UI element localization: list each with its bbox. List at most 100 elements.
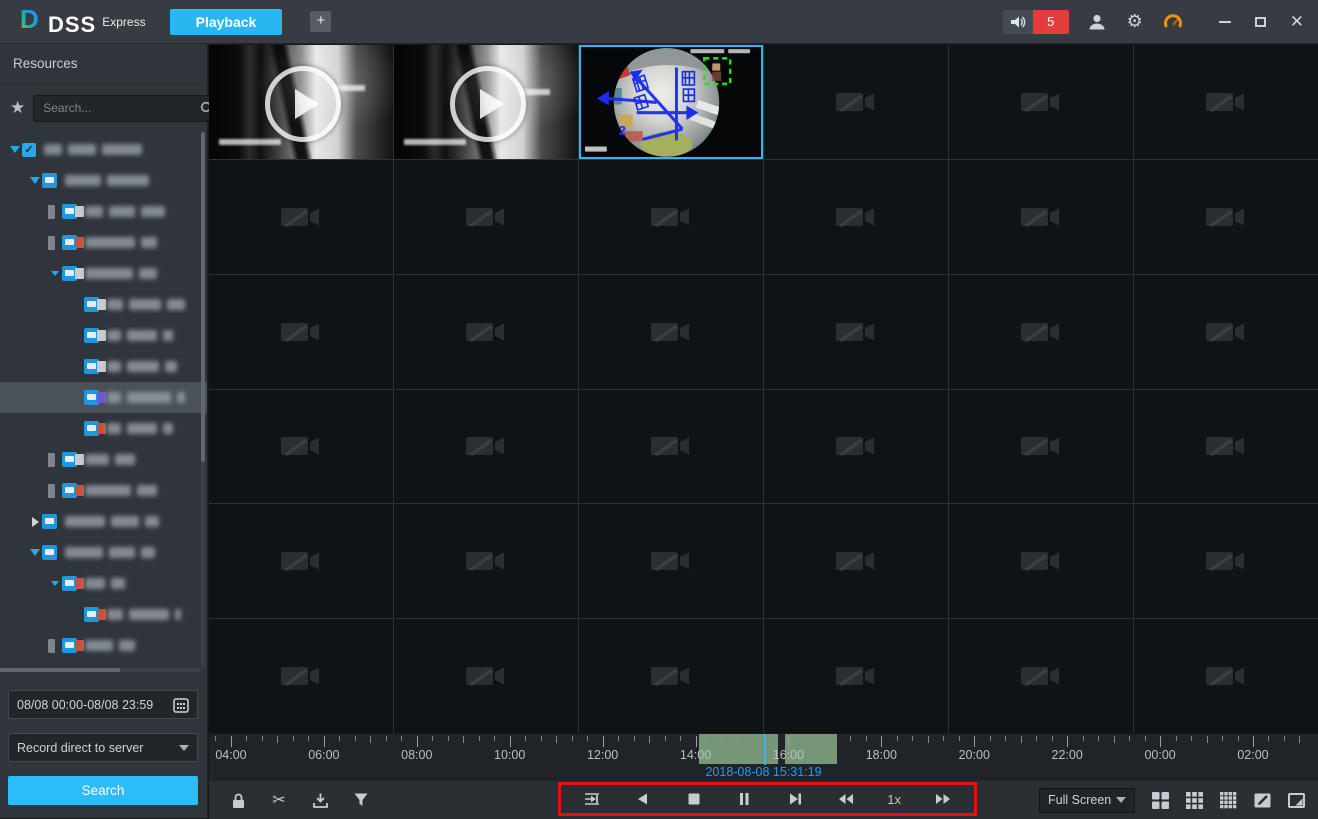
video-tile-empty[interactable] xyxy=(394,619,578,733)
fullscreen-toggle-icon[interactable] xyxy=(1287,791,1305,809)
rewind-button[interactable] xyxy=(837,790,855,808)
video-tile-empty[interactable] xyxy=(764,45,948,159)
video-tile-empty[interactable] xyxy=(394,504,578,618)
maximize-button[interactable] xyxy=(1255,17,1266,27)
fast-forward-button[interactable] xyxy=(934,790,952,808)
expander-icon[interactable] xyxy=(8,146,22,153)
alarm-center-button[interactable]: 5 xyxy=(1003,10,1069,34)
video-tile-empty[interactable] xyxy=(579,504,763,618)
tree-row[interactable] xyxy=(0,196,207,227)
video-tile-empty[interactable] xyxy=(394,390,578,504)
play-button-overlay[interactable] xyxy=(450,66,526,142)
video-tile-empty[interactable] xyxy=(394,160,578,274)
tree-row[interactable] xyxy=(0,258,207,289)
video-tile-empty[interactable] xyxy=(764,619,948,733)
tree-row[interactable] xyxy=(0,289,207,320)
search-input[interactable] xyxy=(41,100,200,116)
clip-scissors-icon[interactable]: ✂ xyxy=(270,791,288,809)
video-tile-empty[interactable] xyxy=(209,619,393,733)
next-frame-button[interactable] xyxy=(786,790,804,808)
tree-row[interactable] xyxy=(0,630,207,661)
tree-row[interactable] xyxy=(0,382,207,413)
video-tile-empty[interactable] xyxy=(764,275,948,389)
video-tile-playing-1[interactable] xyxy=(209,45,393,159)
video-tile-empty[interactable] xyxy=(949,45,1133,159)
gear-icon[interactable]: ⚙ xyxy=(1125,12,1145,32)
record-type-select[interactable]: Record direct to server xyxy=(8,733,198,762)
search-button[interactable]: Search xyxy=(8,776,198,805)
calendar-icon[interactable] xyxy=(173,697,189,713)
download-icon[interactable] xyxy=(311,791,329,809)
add-tab-button[interactable]: + xyxy=(310,11,331,32)
tree-row[interactable] xyxy=(0,537,207,568)
video-tile-empty[interactable] xyxy=(579,160,763,274)
playhead-marker[interactable] xyxy=(764,734,766,765)
minimize-button[interactable] xyxy=(1219,21,1231,23)
video-tile-playing-2[interactable] xyxy=(394,45,578,159)
tree-row[interactable]: ✓ xyxy=(0,134,207,165)
expander-icon[interactable] xyxy=(28,177,42,184)
split-16-icon[interactable] xyxy=(1219,791,1237,809)
video-tile-empty[interactable] xyxy=(209,390,393,504)
video-tile-empty[interactable] xyxy=(764,160,948,274)
filter-icon[interactable] xyxy=(352,791,370,809)
tree-row[interactable] xyxy=(0,506,207,537)
video-tile-empty[interactable] xyxy=(764,390,948,504)
close-button[interactable]: ✕ xyxy=(1290,13,1304,30)
tree-horizontal-scrollbar[interactable] xyxy=(0,668,200,672)
tree-vertical-scrollbar[interactable] xyxy=(201,132,205,668)
video-tile-empty[interactable] xyxy=(1134,619,1318,733)
reverse-play-button[interactable] xyxy=(634,790,652,808)
tree-row[interactable] xyxy=(0,351,207,382)
playback-timeline[interactable]: 04:0006:0008:0010:0012:0014:0016:0018:00… xyxy=(209,734,1318,781)
video-tile-empty[interactable] xyxy=(949,160,1133,274)
split-9-icon[interactable] xyxy=(1185,791,1203,809)
search-box[interactable] xyxy=(33,95,222,122)
tree-row[interactable] xyxy=(0,568,207,599)
video-tile-empty[interactable] xyxy=(949,390,1133,504)
play-button-overlay[interactable] xyxy=(265,66,341,142)
video-tile-empty[interactable] xyxy=(1134,275,1318,389)
custom-split-icon[interactable] xyxy=(1253,791,1271,809)
favorites-star-icon[interactable]: ★ xyxy=(10,98,25,118)
video-tile-empty[interactable] xyxy=(579,390,763,504)
video-tile-empty[interactable] xyxy=(949,275,1133,389)
video-tile-empty[interactable] xyxy=(949,619,1133,733)
video-tile-empty[interactable] xyxy=(1134,45,1318,159)
tree-row[interactable] xyxy=(0,227,207,258)
tab-playback[interactable]: Playback xyxy=(170,9,283,35)
tree-row[interactable] xyxy=(0,444,207,475)
video-tile-empty[interactable] xyxy=(209,160,393,274)
sync-playback-icon[interactable] xyxy=(583,790,601,808)
tree-row[interactable] xyxy=(0,165,207,196)
video-tile-empty[interactable] xyxy=(1134,160,1318,274)
pause-button[interactable] xyxy=(735,790,753,808)
video-tile-empty[interactable] xyxy=(394,275,578,389)
video-tile-empty[interactable] xyxy=(1134,390,1318,504)
video-tile-empty[interactable] xyxy=(209,275,393,389)
playback-speed-label[interactable]: 1x xyxy=(887,792,901,807)
expander-icon[interactable] xyxy=(48,271,62,276)
expander-icon[interactable] xyxy=(48,581,62,586)
expander-icon[interactable] xyxy=(28,517,42,527)
user-icon[interactable] xyxy=(1087,12,1107,32)
gauge-icon[interactable] xyxy=(1163,12,1183,32)
tree-row[interactable] xyxy=(0,475,207,506)
video-tile-selected-fisheye[interactable]: 2 xyxy=(579,45,763,159)
date-range-field[interactable]: 08/08 00:00-08/08 23:59 xyxy=(8,690,198,719)
video-tile-empty[interactable] xyxy=(764,504,948,618)
tree-row[interactable] xyxy=(0,599,207,630)
checkbox-checked[interactable]: ✓ xyxy=(22,143,36,157)
tree-row[interactable] xyxy=(0,320,207,351)
video-tile-empty[interactable] xyxy=(209,504,393,618)
video-tile-empty[interactable] xyxy=(579,619,763,733)
expander-icon[interactable] xyxy=(28,549,42,556)
video-tile-empty[interactable] xyxy=(1134,504,1318,618)
stop-button[interactable] xyxy=(685,790,703,808)
video-tile-empty[interactable] xyxy=(949,504,1133,618)
fullscreen-select[interactable]: Full Screen xyxy=(1039,788,1135,813)
video-tile-empty[interactable] xyxy=(579,275,763,389)
lock-icon[interactable] xyxy=(229,791,247,809)
tree-row[interactable] xyxy=(0,413,207,444)
split-4-icon[interactable] xyxy=(1151,791,1169,809)
